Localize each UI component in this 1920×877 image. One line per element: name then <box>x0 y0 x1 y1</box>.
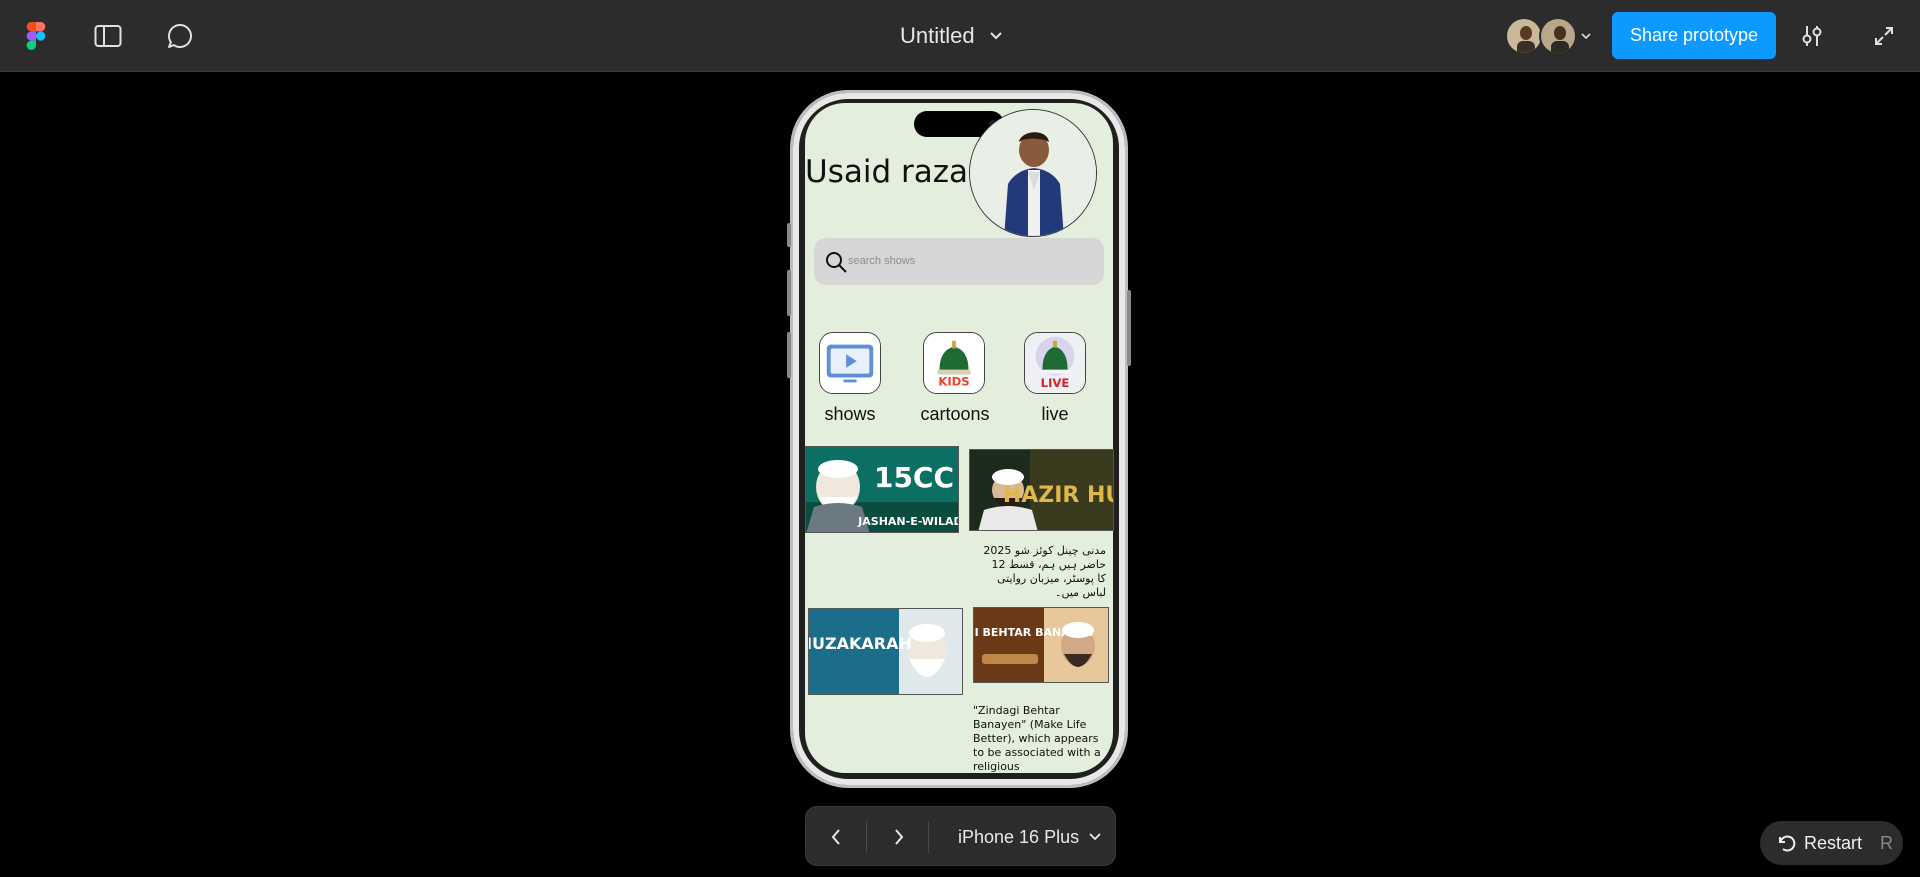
file-title: Untitled <box>900 23 975 48</box>
thumbnail-title: 15CC <box>874 461 954 494</box>
chevron-down-icon <box>989 32 1002 40</box>
thumbnail-caption: مدنی چینل کوئز شو 2025 حاضر ہیں ہم، قسط … <box>983 544 1106 599</box>
divider <box>866 821 867 853</box>
share-prototype-button[interactable]: Share prototype <box>1612 12 1776 59</box>
side-button <box>787 223 791 247</box>
restart-button[interactable]: Restart R <box>1760 821 1903 865</box>
figma-logo-icon[interactable] <box>18 18 54 54</box>
chevron-down-icon[interactable] <box>1581 32 1591 40</box>
side-button <box>787 270 791 316</box>
chevron-left-icon <box>831 829 840 845</box>
device-selector[interactable]: iPhone 16 Plus <box>958 817 1101 857</box>
chevron-right-icon <box>895 829 904 845</box>
category-shows[interactable] <box>819 332 881 394</box>
settings-sliders-icon[interactable] <box>1794 18 1830 54</box>
show-thumbnail-muzakarah[interactable]: MUZAKARAH <box>808 608 963 695</box>
category-live[interactable]: LIVE <box>1024 332 1086 394</box>
search-icon <box>826 252 847 273</box>
side-button <box>787 332 791 378</box>
live-logo: LIVE <box>1025 333 1085 393</box>
profile-avatar[interactable] <box>969 109 1097 237</box>
category-cartoons[interactable]: KIDS <box>923 332 985 394</box>
restart-shortcut-key: R <box>1880 832 1894 853</box>
toolbar: Untitled Share prototype <box>0 0 1920 72</box>
restart-icon <box>1779 835 1796 852</box>
search-input[interactable] <box>848 250 1088 272</box>
file-title-menu[interactable]: Untitled <box>900 20 1003 52</box>
tv-play-icon <box>820 333 880 393</box>
profile-name: Usaid raza <box>805 154 968 190</box>
previous-frame-button[interactable] <box>816 817 856 857</box>
thumbnail-caption: "Zindagi Behtar Banayen" (Make Life Bett… <box>973 704 1101 772</box>
thumbnail-title: ZINDAGI BEHTAR BANAYEN <box>974 626 1093 639</box>
expand-icon[interactable] <box>1866 18 1902 54</box>
thumbnail-subtitle: JASHAN-E-WILADAT <box>857 515 959 528</box>
chevron-down-icon <box>1089 833 1101 841</box>
category-label-shows: shows <box>824 404 876 424</box>
category-label-live: live <box>1041 404 1069 424</box>
kids-logo: KIDS <box>924 333 984 393</box>
restart-label: Restart <box>1804 832 1863 853</box>
thumbnail-title: HAZIR HUM <box>1003 483 1114 508</box>
side-button <box>1127 290 1131 366</box>
show-thumbnail-zindagi-behtar-banayen[interactable]: ZINDAGI BEHTAR BANAYEN <box>973 607 1109 683</box>
device-name: iPhone 16 Plus <box>958 826 1080 847</box>
avatar[interactable] <box>1539 17 1577 55</box>
avatar[interactable] <box>1505 17 1543 55</box>
sidebar-icon[interactable] <box>90 18 126 54</box>
next-frame-button[interactable] <box>879 817 919 857</box>
show-thumbnail-hazir-hum[interactable]: HAZIR HUM <box>969 449 1114 531</box>
live-logo-text: LIVE <box>1041 376 1070 390</box>
thumbnail-title: MUZAKARAH <box>809 634 912 653</box>
divider <box>928 821 929 853</box>
collaborator-avatars[interactable] <box>1505 17 1591 55</box>
comment-icon[interactable] <box>162 18 198 54</box>
search-bar[interactable] <box>814 238 1104 285</box>
show-thumbnail-jashan-e-wiladat[interactable]: 15CC JASHAN-E-WILADAT <box>805 446 959 533</box>
category-label-cartoons: cartoons <box>920 404 990 424</box>
prototype-navigation: iPhone 16 Plus <box>805 806 1116 866</box>
kids-logo-text: KIDS <box>938 374 969 388</box>
